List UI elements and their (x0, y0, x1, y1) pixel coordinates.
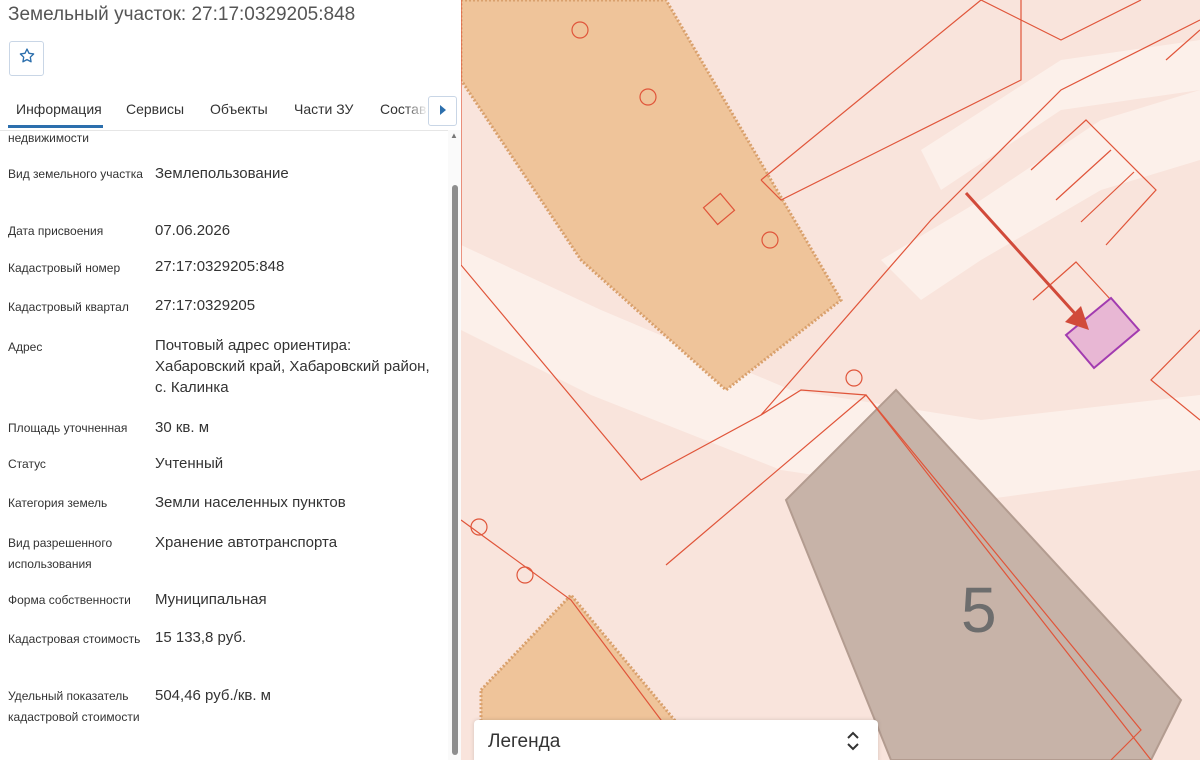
row-label: Форма собственности (8, 593, 131, 607)
row-value: Муниципальная (155, 591, 267, 608)
chevron-up-down-icon[interactable] (844, 730, 862, 752)
tab-fade (404, 92, 428, 126)
row-value: 504,46 руб./кв. м (155, 687, 271, 704)
map-canvas: 5 (461, 0, 1200, 760)
row-value: Хранение автотранспорта (155, 534, 338, 551)
row-label: Площадь уточненная (8, 421, 128, 435)
row-label: Адрес (8, 340, 43, 354)
tab-parts[interactable]: Части ЗУ (294, 101, 353, 117)
active-tab-indicator (8, 125, 103, 128)
row-label: недвижимости (8, 131, 89, 145)
tab-services[interactable]: Сервисы (126, 101, 184, 117)
info-panel: Земельный участок: 27:17:0329205:848 Инф… (0, 0, 462, 760)
row-value: Учтенный (155, 455, 224, 472)
tabs-next-button[interactable] (428, 96, 457, 126)
selected-parcel[interactable] (1064, 296, 1141, 370)
tab-objects[interactable]: Объекты (210, 101, 268, 117)
row-value: Землепользование (155, 165, 289, 182)
row-label: Статус (8, 457, 46, 471)
row-value: 27:17:0329205 (155, 297, 256, 314)
tab-info[interactable]: Информация (16, 101, 102, 117)
legend-title: Легенда (488, 731, 561, 752)
row-value: 15 133,8 руб. (155, 629, 247, 646)
scrollbar-thumb[interactable] (452, 185, 458, 755)
row-label: Вид разрешенного использования (8, 536, 113, 571)
row-label: Удельный показатель кадастровой стоимост… (8, 689, 140, 724)
building-number: 5 (961, 574, 997, 646)
row-label: Кадастровый номер (8, 261, 121, 275)
scroll-up-icon[interactable]: ▲ (450, 131, 458, 140)
row-value: 07.06.2026 (155, 222, 231, 239)
row-label: Кадастровый квартал (8, 300, 129, 314)
caret-right-icon (439, 102, 447, 120)
properties-list: недвижимости Вид земельного участка Земл… (0, 130, 448, 760)
row-label: Вид земельного участка (8, 167, 143, 181)
row-label: Дата присвоения (8, 224, 104, 238)
legend-panel[interactable]: Легенда (474, 720, 878, 760)
row-value: Земли населенных пунктов (155, 494, 346, 511)
app-window: Земельный участок: 27:17:0329205:848 Инф… (0, 0, 1200, 760)
row-label: Кадастровая стоимость (8, 632, 141, 646)
cadastral-map[interactable]: 5 (461, 0, 1200, 760)
row-label: Категория земель (8, 496, 108, 510)
star-outline-icon (18, 47, 36, 70)
row-value: 27:17:0329205:848 (155, 258, 285, 275)
row-value: 30 кв. м (155, 419, 210, 436)
row-value: Почтовый адрес ориентира: Хабаровский кр… (155, 337, 430, 396)
page-title: Земельный участок: 27:17:0329205:848 (8, 4, 356, 25)
favorite-button[interactable] (9, 41, 44, 76)
